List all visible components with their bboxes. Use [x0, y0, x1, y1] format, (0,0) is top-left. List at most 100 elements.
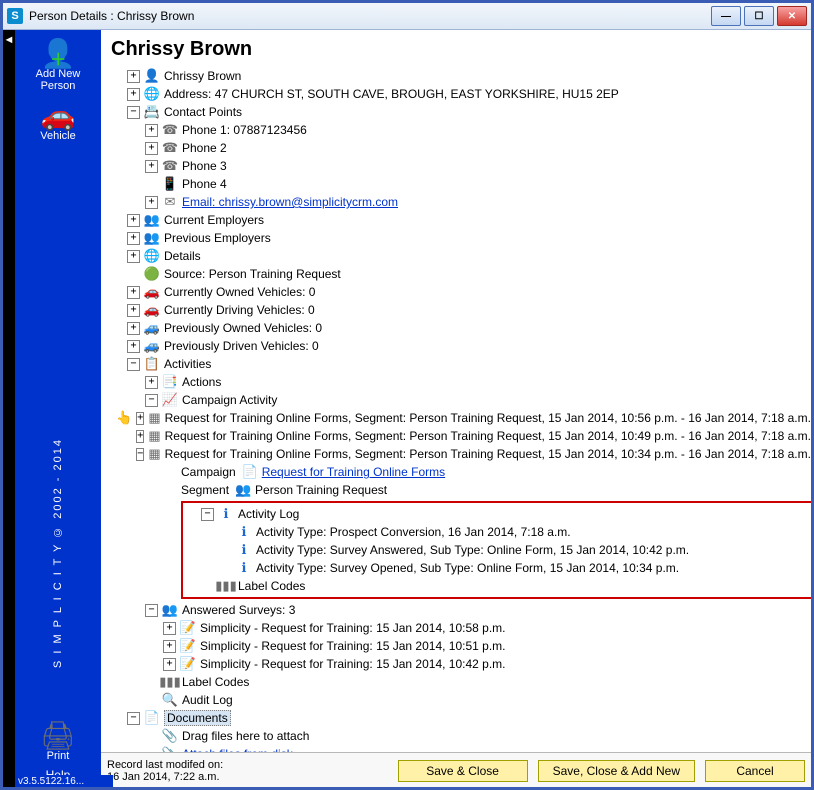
tree-item-source[interactable]: Source: Person Training Request	[164, 267, 341, 281]
grid-icon: ▦	[148, 410, 160, 426]
campaign-link[interactable]: Request for Training Online Forms	[262, 465, 445, 479]
tree-item-curr-emp[interactable]: Current Employers	[164, 213, 264, 227]
collapse-sidebar-button[interactable]: ◄	[3, 30, 15, 788]
expand-toggle[interactable]: +	[127, 322, 140, 335]
tree-item-cov[interactable]: Currently Owned Vehicles: 0	[164, 285, 315, 299]
tree-item-req3[interactable]: Request for Training Online Forms, Segme…	[165, 447, 811, 461]
tree-item-s2[interactable]: Simplicity - Request for Training: 15 Ja…	[200, 639, 506, 653]
car-icon: 🚗	[144, 302, 160, 318]
expand-toggle[interactable]: +	[163, 658, 176, 671]
expand-toggle[interactable]: −	[127, 358, 140, 371]
expand-toggle[interactable]: −	[127, 712, 140, 725]
minimize-button[interactable]: —	[711, 6, 741, 26]
window-title: Person Details : Chrissy Brown	[29, 9, 708, 23]
print-button[interactable]: 🖨 Print	[40, 722, 76, 762]
page-title: Chrissy Brown	[111, 38, 811, 61]
tree-item-phone3[interactable]: Phone 3	[182, 159, 227, 173]
campaign-icon: 📄	[242, 464, 258, 480]
survey-icon: 📝	[180, 620, 196, 636]
grid-icon: ▦	[148, 428, 160, 444]
expand-toggle[interactable]: +	[163, 622, 176, 635]
tree-item-log1[interactable]: Activity Type: Prospect Conversion, 16 J…	[256, 525, 571, 539]
modified-label: Record last modifed on:	[107, 759, 223, 771]
expand-toggle[interactable]: +	[145, 376, 158, 389]
expand-toggle[interactable]: +	[127, 340, 140, 353]
survey-icon: 📝	[180, 638, 196, 654]
expand-toggle[interactable]: +	[127, 88, 140, 101]
tree-item-documents[interactable]: Documents	[164, 710, 231, 726]
expand-toggle[interactable]: −	[127, 106, 140, 119]
expand-toggle[interactable]: −	[145, 394, 158, 407]
person-icon: 👤	[144, 68, 160, 84]
tree-item-phone2[interactable]: Phone 2	[182, 141, 227, 155]
address-icon: 🌐	[144, 86, 160, 102]
car-icon: 🚙	[144, 320, 160, 336]
copyright-text: S I M P L I C I T Y © 2002 - 2014	[52, 438, 64, 668]
expand-toggle[interactable]: +	[163, 640, 176, 653]
tree-item-activities[interactable]: Activities	[164, 357, 211, 371]
campaign-label: Campaign	[181, 465, 236, 479]
barcode-icon: ▮▮▮	[162, 674, 178, 690]
tree-item-activity-log[interactable]: Activity Log	[238, 507, 299, 521]
details-tree[interactable]: + 👤 Chrissy Brown + 🌐 Address: 47 CHURCH ST,…	[101, 67, 811, 752]
tree-item-log3[interactable]: Activity Type: Survey Opened, Sub Type: …	[256, 561, 679, 575]
expand-toggle[interactable]: +	[127, 70, 140, 83]
close-button[interactable]: ✕	[777, 6, 807, 26]
expand-toggle[interactable]: −	[136, 448, 144, 461]
tree-item-prev-emp[interactable]: Previous Employers	[164, 231, 271, 245]
tree-item-log2[interactable]: Activity Type: Survey Answered, Sub Type…	[256, 543, 689, 557]
car-icon: 🚗	[144, 284, 160, 300]
tree-item-cdv[interactable]: Currently Driving Vehicles: 0	[164, 303, 315, 317]
vehicle-button[interactable]: 🚗 Vehicle	[40, 102, 75, 142]
tree-item-pov[interactable]: Previously Owned Vehicles: 0	[164, 321, 322, 335]
expand-toggle[interactable]: −	[201, 508, 214, 521]
add-new-person-button[interactable]: 👤 ＋ Add New Person	[36, 40, 81, 92]
expand-toggle[interactable]: +	[145, 124, 158, 137]
expand-toggle[interactable]: −	[145, 604, 158, 617]
expand-toggle[interactable]: +	[145, 196, 158, 209]
tree-item-campaign-activity[interactable]: Campaign Activity	[182, 393, 277, 407]
document-icon: 📄	[144, 710, 160, 726]
segment-value[interactable]: Person Training Request	[255, 483, 387, 497]
tree-item-phone4[interactable]: Phone 4	[182, 177, 227, 191]
tree-item-answered-surveys[interactable]: Answered Surveys: 3	[182, 603, 295, 617]
tree-item-label-codes[interactable]: Label Codes	[238, 579, 305, 593]
save-close-add-new-button[interactable]: Save, Close & Add New	[538, 760, 695, 782]
expand-toggle[interactable]: +	[127, 250, 140, 263]
tree-item-req1[interactable]: Request for Training Online Forms, Segme…	[165, 411, 811, 425]
highlighted-activity-log: −ℹActivity Log ℹActivity Type: Prospect …	[181, 501, 811, 599]
tree-item-email-link[interactable]: Email: chrissy.brown@simplicitycrm.com	[182, 195, 398, 209]
add-new-person-label: Add New Person	[36, 68, 81, 92]
attach-icon: 📎	[162, 728, 178, 744]
tree-item-contacts[interactable]: Contact Points	[164, 105, 242, 119]
expand-toggle[interactable]: +	[127, 214, 140, 227]
info-icon: ℹ	[218, 506, 234, 522]
tree-item-audit-log[interactable]: Audit Log	[182, 693, 233, 707]
cancel-button[interactable]: Cancel	[705, 760, 805, 782]
tree-item-details[interactable]: Details	[164, 249, 201, 263]
tree-item-pdv[interactable]: Previously Driven Vehicles: 0	[164, 339, 319, 353]
tree-item-phone1[interactable]: Phone 1: 07887123456	[182, 123, 307, 137]
activities-icon: 📋	[144, 356, 160, 372]
tree-item-address[interactable]: Address: 47 CHURCH ST, SOUTH CAVE, BROUG…	[164, 87, 619, 101]
tree-item-s3[interactable]: Simplicity - Request for Training: 15 Ja…	[200, 657, 506, 671]
tree-item-s1[interactable]: Simplicity - Request for Training: 15 Ja…	[200, 621, 506, 635]
expand-toggle[interactable]: +	[127, 232, 140, 245]
tree-item-actions[interactable]: Actions	[182, 375, 221, 389]
tree-item-req2[interactable]: Request for Training Online Forms, Segme…	[165, 429, 811, 443]
tree-item-drag-files[interactable]: Drag files here to attach	[182, 729, 309, 743]
save-close-button[interactable]: Save & Close	[398, 760, 528, 782]
tree-item-name[interactable]: Chrissy Brown	[164, 69, 241, 83]
expand-toggle[interactable]: +	[127, 304, 140, 317]
maximize-button[interactable]: ☐	[744, 6, 774, 26]
tree-item-label-codes2[interactable]: Label Codes	[182, 675, 249, 689]
expand-toggle[interactable]: +	[145, 142, 158, 155]
segment-icon: 👥	[235, 482, 251, 498]
expand-toggle[interactable]: +	[145, 160, 158, 173]
expand-toggle[interactable]: +	[136, 430, 144, 443]
last-modified: Record last modifed on: 16 Jan 2014, 7:2…	[107, 759, 223, 783]
expand-toggle[interactable]: +	[136, 412, 144, 425]
segment-label: Segment	[181, 483, 229, 497]
expand-toggle[interactable]: +	[127, 286, 140, 299]
chart-icon: 📈	[162, 392, 178, 408]
